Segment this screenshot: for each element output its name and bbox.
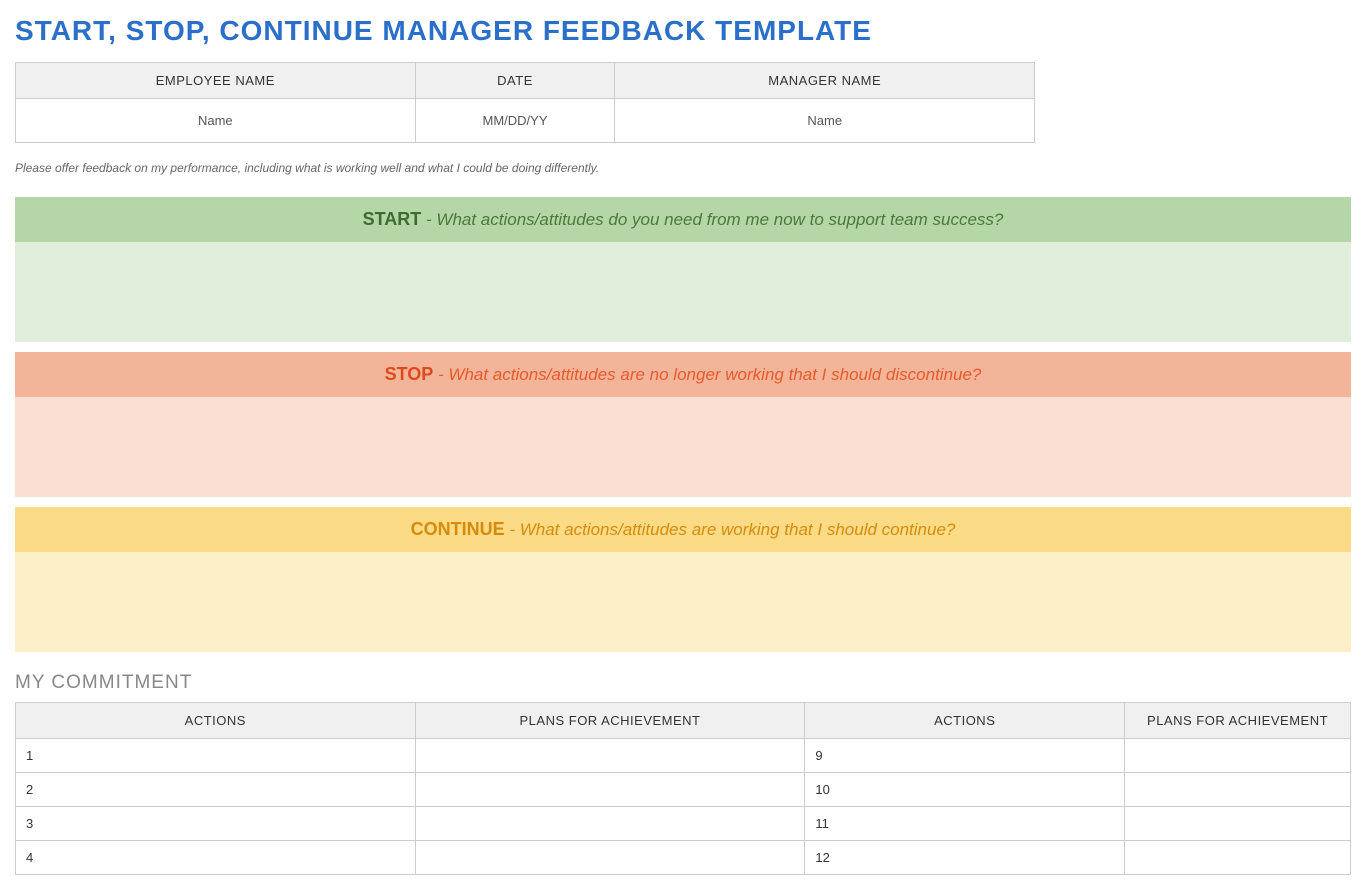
instructions-text: Please offer feedback on my performance,… <box>15 161 1351 175</box>
commit-row: 2 10 <box>16 773 1351 807</box>
commit-header-actions-2: ACTIONS <box>805 703 1125 739</box>
stop-section: STOP - What actions/attitudes are no lon… <box>15 352 1351 497</box>
start-input-area[interactable] <box>15 242 1351 342</box>
continue-label: CONTINUE <box>411 519 505 539</box>
commit-plan-left[interactable] <box>415 773 805 807</box>
start-label: START <box>363 209 422 229</box>
continue-section: CONTINUE - What actions/attitudes are wo… <box>15 507 1351 652</box>
commit-plan-right[interactable] <box>1125 739 1351 773</box>
commit-action-left[interactable]: 3 <box>16 807 416 841</box>
header-employee: EMPLOYEE NAME <box>16 63 416 99</box>
commitment-title: MY COMMITMENT <box>15 672 1351 694</box>
start-header: START - What actions/attitudes do you ne… <box>15 197 1351 242</box>
continue-header: CONTINUE - What actions/attitudes are wo… <box>15 507 1351 552</box>
commit-action-left[interactable]: 2 <box>16 773 416 807</box>
commit-action-right[interactable]: 11 <box>805 807 1125 841</box>
commit-action-right[interactable]: 10 <box>805 773 1125 807</box>
info-row: Name MM/DD/YY Name <box>16 99 1035 143</box>
start-section: START - What actions/attitudes do you ne… <box>15 197 1351 342</box>
commit-plan-right[interactable] <box>1125 773 1351 807</box>
commit-row: 1 9 <box>16 739 1351 773</box>
info-table: EMPLOYEE NAME DATE MANAGER NAME Name MM/… <box>15 62 1035 143</box>
date-cell[interactable]: MM/DD/YY <box>415 99 615 143</box>
commitment-table: ACTIONS PLANS FOR ACHIEVEMENT ACTIONS PL… <box>15 702 1351 875</box>
commit-row: 3 11 <box>16 807 1351 841</box>
commit-action-left[interactable]: 1 <box>16 739 416 773</box>
commit-header-plans-1: PLANS FOR ACHIEVEMENT <box>415 703 805 739</box>
continue-prompt: - What actions/attitudes are working tha… <box>505 520 956 539</box>
header-manager: MANAGER NAME <box>615 63 1035 99</box>
commit-header-actions-1: ACTIONS <box>16 703 416 739</box>
stop-prompt: - What actions/attitudes are no longer w… <box>433 365 981 384</box>
page-title: START, STOP, CONTINUE MANAGER FEEDBACK T… <box>15 15 1351 47</box>
commit-plan-left[interactable] <box>415 807 805 841</box>
commit-plan-right[interactable] <box>1125 807 1351 841</box>
header-date: DATE <box>415 63 615 99</box>
continue-input-area[interactable] <box>15 552 1351 652</box>
stop-input-area[interactable] <box>15 397 1351 497</box>
manager-name-cell[interactable]: Name <box>615 99 1035 143</box>
stop-header: STOP - What actions/attitudes are no lon… <box>15 352 1351 397</box>
stop-label: STOP <box>385 364 434 384</box>
commitment-body: 1 9 2 10 3 11 4 12 <box>16 739 1351 875</box>
commit-header-plans-2: PLANS FOR ACHIEVEMENT <box>1125 703 1351 739</box>
employee-name-cell[interactable]: Name <box>16 99 416 143</box>
start-prompt: - What actions/attitudes do you need fro… <box>421 210 1003 229</box>
commit-plan-left[interactable] <box>415 739 805 773</box>
commit-action-right[interactable]: 9 <box>805 739 1125 773</box>
